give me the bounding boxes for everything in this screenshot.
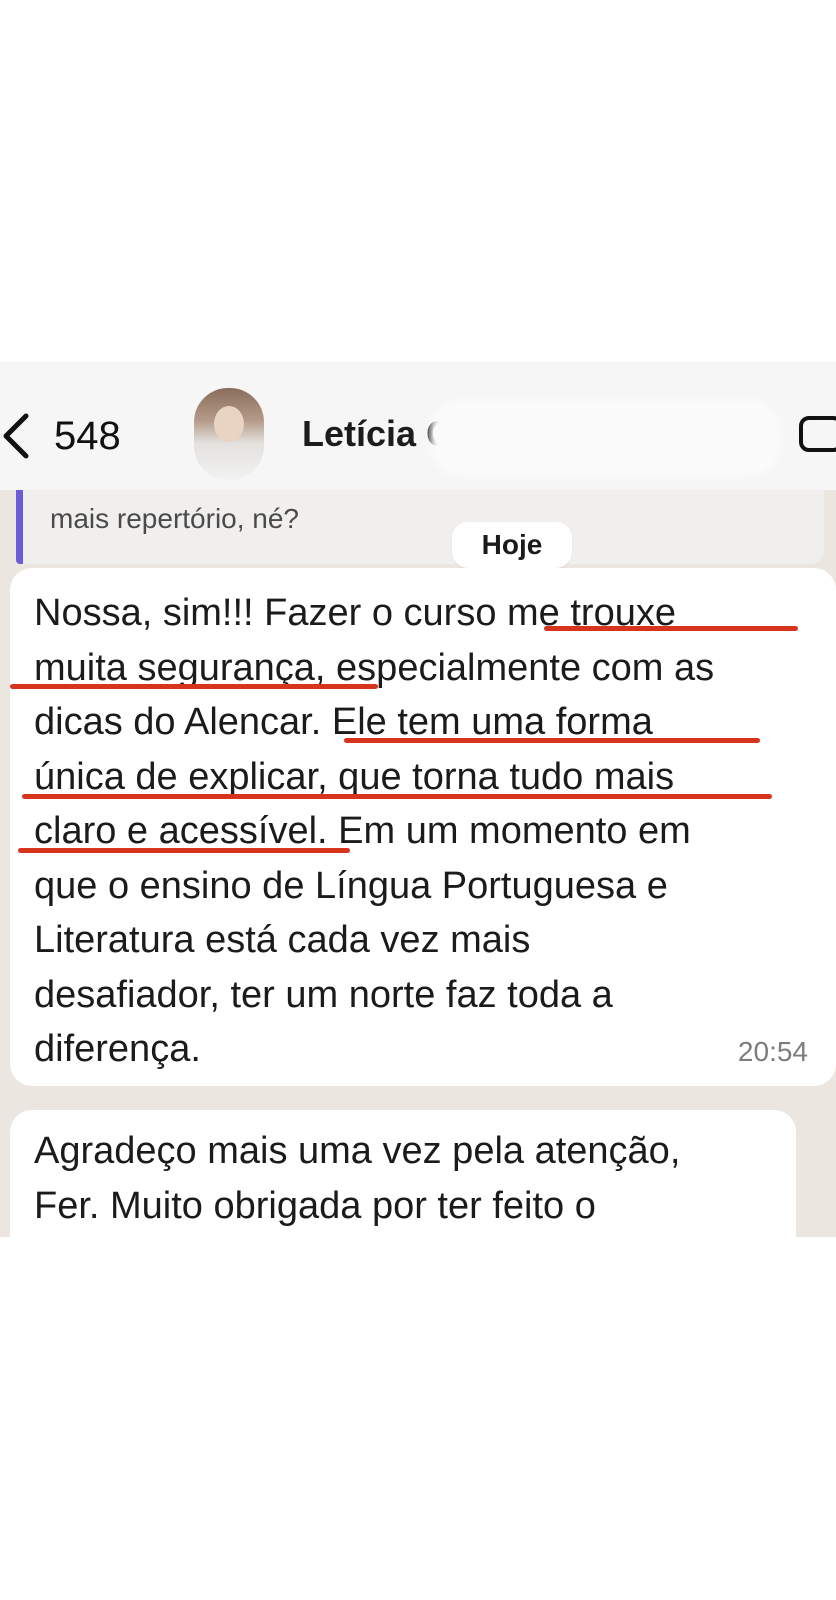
message-line: desafiador, ter um norte faz toda a: [34, 973, 613, 1016]
quoted-text: mais repertório, né?: [50, 503, 300, 534]
highlight-underline: [544, 626, 798, 631]
unread-count[interactable]: 548: [54, 414, 121, 458]
message-line: Literatura está cada vez mais: [34, 919, 531, 961]
chat-screenshot: 548 Letícia Ga mais repertório, né? Hoje…: [0, 362, 836, 1237]
message-bubble[interactable]: Agradeço mais uma vez pela atenção, Fer.…: [10, 1110, 796, 1237]
message-line: Agradeço mais uma vez pela atenção,: [34, 1130, 681, 1172]
video-call-icon[interactable]: [798, 414, 836, 454]
name-redaction: [430, 400, 780, 476]
message-line: que o ensino de Língua Portuguesa e: [34, 864, 668, 907]
message-text: Agradeço mais uma vez pela atenção, Fer.…: [34, 1124, 680, 1233]
message-bubble[interactable]: Nossa, sim!!! Fazer o curso me trouxe mu…: [10, 568, 836, 1086]
highlight-underline: [344, 738, 760, 743]
message-line: Nossa, sim!!! Fazer o curso me trouxe: [34, 592, 676, 634]
chevron-left-icon[interactable]: [0, 410, 40, 462]
highlight-underline: [18, 848, 350, 853]
message-line: diferença.: [34, 1028, 201, 1070]
quoted-message[interactable]: mais repertório, né?: [16, 490, 824, 564]
message-line: Fer. Muito obrigada por ter feito o: [34, 1184, 596, 1227]
message-text: Nossa, sim!!! Fazer o curso me trouxe mu…: [34, 586, 824, 1077]
highlight-underline: [22, 794, 772, 799]
highlight-underline: [10, 684, 378, 689]
quote-accent-bar: [16, 490, 23, 564]
avatar[interactable]: [194, 388, 264, 480]
date-separator: Hoje: [452, 522, 572, 568]
avatar-face: [214, 406, 244, 442]
chat-header: 548 Letícia Ga: [0, 362, 836, 490]
message-timestamp: 20:54: [737, 1036, 808, 1067]
